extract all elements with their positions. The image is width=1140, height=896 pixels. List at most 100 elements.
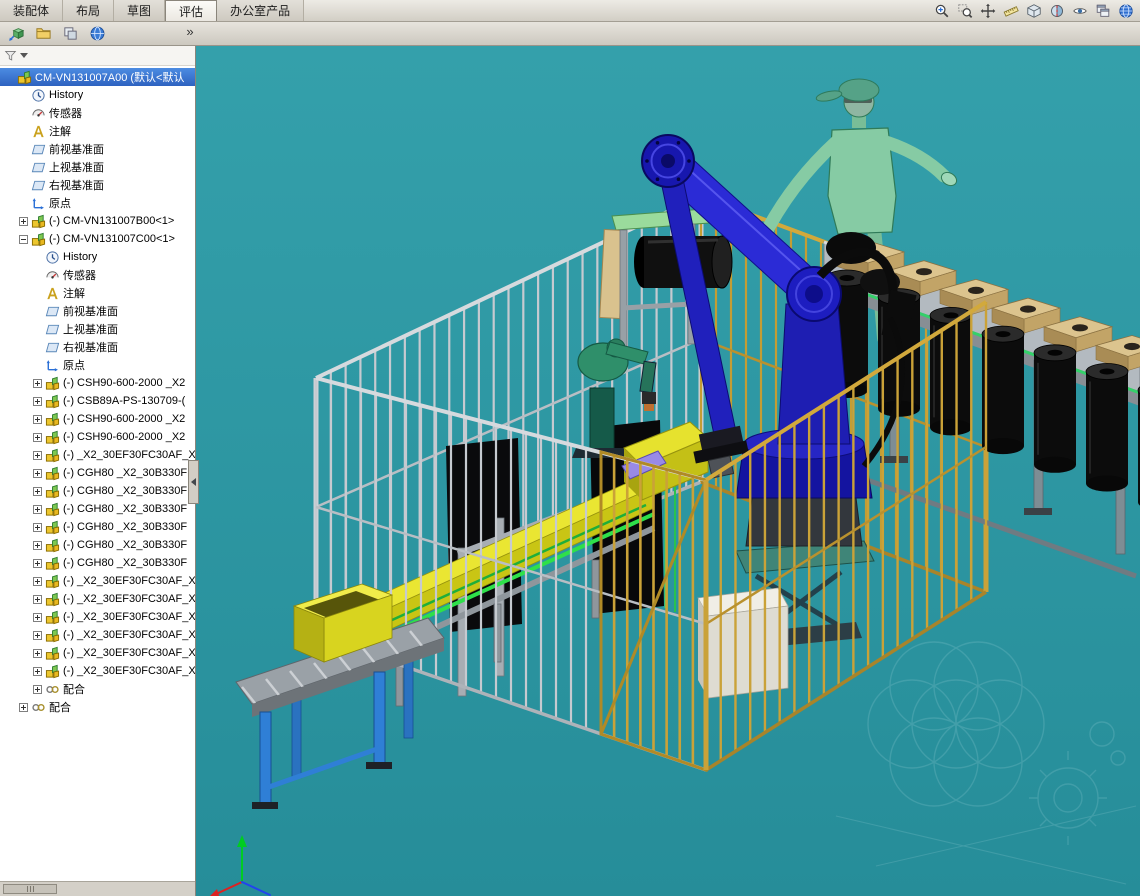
solidworks-window: { "ribbon": { "tabs": [ { "label": "装配体"… bbox=[0, 0, 1140, 896]
tree-item[interactable]: (-) CGH80 _X2_30B330F bbox=[0, 464, 195, 482]
assembly-icon bbox=[45, 376, 60, 391]
tree-item[interactable]: (-) CSB89A-PS-130709-( bbox=[0, 392, 195, 410]
display-style-icon[interactable] bbox=[1023, 1, 1044, 20]
tree-item[interactable]: (-) _X2_30EF30FC30AF_X bbox=[0, 446, 195, 464]
panel-collapse-handle[interactable] bbox=[188, 460, 199, 504]
tree-item[interactable]: (-) CGH80 _X2_30B330F bbox=[0, 500, 195, 518]
pan-icon[interactable] bbox=[977, 1, 998, 20]
expand-toggle[interactable] bbox=[33, 487, 42, 496]
tree-item[interactable]: (-) CGH80 _X2_30B330F bbox=[0, 482, 195, 500]
expand-toggle[interactable] bbox=[33, 685, 42, 694]
view-settings-icon[interactable] bbox=[1069, 1, 1090, 20]
filter-dropdown-caret[interactable] bbox=[20, 53, 28, 58]
arrange-windows-icon[interactable] bbox=[1092, 1, 1113, 20]
tree-item[interactable]: History bbox=[0, 86, 195, 104]
tree-item[interactable]: (-) _X2_30EF30FC30AF_X bbox=[0, 590, 195, 608]
tree-item[interactable]: 配合 bbox=[0, 698, 195, 716]
collapse-toggle[interactable] bbox=[19, 235, 28, 244]
expand-toggle[interactable] bbox=[33, 595, 42, 604]
tree-item[interactable]: 传感器 bbox=[0, 266, 195, 284]
tree-item[interactable]: (-) CGH80 _X2_30B330F bbox=[0, 554, 195, 572]
section-view-icon[interactable] bbox=[1046, 1, 1067, 20]
ribbon-tab[interactable]: 装配体 bbox=[0, 0, 63, 21]
assembly-icon bbox=[45, 448, 60, 463]
tree-horizontal-scrollbar[interactable] bbox=[0, 881, 195, 896]
tree-item[interactable]: 原点 bbox=[0, 194, 195, 212]
expand-toggle[interactable] bbox=[33, 631, 42, 640]
expand-toggle[interactable] bbox=[33, 667, 42, 676]
tree-item[interactable]: 传感器 bbox=[0, 104, 195, 122]
help-globe-icon[interactable] bbox=[1115, 1, 1136, 20]
tree-item[interactable]: (-) _X2_30EF30FC30AF_X bbox=[0, 644, 195, 662]
zoom-window-icon[interactable] bbox=[954, 1, 975, 20]
tree-item-label: History bbox=[63, 251, 97, 263]
assembly-icon bbox=[45, 556, 60, 571]
tree-item[interactable]: (-) _X2_30EF30FC30AF_X bbox=[0, 626, 195, 644]
assembly-icon bbox=[45, 628, 60, 643]
scene-canvas[interactable] bbox=[196, 46, 1140, 896]
tree-item[interactable]: 右视基准面 bbox=[0, 338, 195, 356]
tree-item[interactable]: (-) CM-VN131007B00<1> bbox=[0, 212, 195, 230]
tree-item[interactable]: (-) _X2_30EF30FC30AF_X bbox=[0, 608, 195, 626]
ribbon-tab[interactable]: 评估 bbox=[165, 0, 217, 21]
expand-toggle[interactable] bbox=[33, 379, 42, 388]
open-folder-icon[interactable] bbox=[32, 24, 54, 44]
expand-toggle[interactable] bbox=[33, 397, 42, 406]
tree-item[interactable]: (-) CSH90-600-2000 _X2 bbox=[0, 374, 195, 392]
tree-item-label: (-) CM-VN131007C00<1> bbox=[49, 233, 175, 245]
plane-icon bbox=[31, 142, 46, 157]
expand-toggle[interactable] bbox=[33, 451, 42, 460]
tree-item[interactable]: 右视基准面 bbox=[0, 176, 195, 194]
tree-item[interactable]: (-) CSH90-600-2000 _X2 bbox=[0, 428, 195, 446]
expand-toggle[interactable] bbox=[33, 541, 42, 550]
expand-toggle[interactable] bbox=[19, 703, 28, 712]
tree-item[interactable]: 上视基准面 bbox=[0, 320, 195, 338]
scrollbar-thumb[interactable] bbox=[3, 884, 57, 894]
expand-toggle[interactable] bbox=[33, 469, 42, 478]
tree-item-label: 前视基准面 bbox=[63, 303, 118, 319]
expand-toggle[interactable] bbox=[33, 523, 42, 532]
tree-item[interactable]: History bbox=[0, 248, 195, 266]
tree-filter-row[interactable] bbox=[0, 46, 195, 66]
feature-tree: CM-VN131007A00 (默认<默认History传感器注解前视基准面上视… bbox=[0, 66, 195, 881]
tree-item[interactable]: (-) CGH80 _X2_30B330F bbox=[0, 518, 195, 536]
tree-item[interactable]: (-) CSH90-600-2000 _X2 bbox=[0, 410, 195, 428]
assembly-icon bbox=[45, 394, 60, 409]
expand-toggle[interactable] bbox=[33, 649, 42, 658]
assembly-icon bbox=[45, 574, 60, 589]
expand-toggle[interactable] bbox=[33, 433, 42, 442]
tree-item[interactable]: 前视基准面 bbox=[0, 302, 195, 320]
expand-toggle[interactable] bbox=[33, 559, 42, 568]
ribbon-tab[interactable]: 草图 bbox=[114, 0, 165, 21]
web-globe-icon[interactable] bbox=[86, 24, 108, 44]
tree-item[interactable]: 前视基准面 bbox=[0, 140, 195, 158]
zoom-in-icon[interactable] bbox=[931, 1, 952, 20]
expand-toggle[interactable] bbox=[33, 415, 42, 424]
filter-funnel-icon bbox=[4, 49, 17, 62]
tree-item-label: (-) _X2_30EF30FC30AF_X bbox=[63, 449, 195, 461]
insert-component-icon[interactable] bbox=[5, 24, 27, 44]
control-cabinet[interactable] bbox=[698, 588, 788, 698]
tree-item[interactable]: (-) _X2_30EF30FC30AF_X bbox=[0, 662, 195, 680]
tree-item[interactable]: 注解 bbox=[0, 284, 195, 302]
tree-item[interactable]: (-) CGH80 _X2_30B330F bbox=[0, 536, 195, 554]
expand-toggle[interactable] bbox=[33, 577, 42, 586]
annotations-icon bbox=[31, 124, 46, 139]
tree-item-label: 配合 bbox=[49, 699, 71, 715]
measure-icon[interactable] bbox=[1000, 1, 1021, 20]
tree-item[interactable]: (-) _X2_30EF30FC30AF_X bbox=[0, 572, 195, 590]
tree-item[interactable]: 上视基准面 bbox=[0, 158, 195, 176]
ribbon-tab[interactable]: 办公室产品 bbox=[217, 0, 304, 21]
tree-item[interactable]: 注解 bbox=[0, 122, 195, 140]
ribbon-tab[interactable]: 布局 bbox=[63, 0, 114, 21]
viewport[interactable] bbox=[196, 46, 1140, 896]
duplicate-icon[interactable] bbox=[59, 24, 81, 44]
tree-item[interactable]: CM-VN131007A00 (默认<默认 bbox=[0, 68, 195, 86]
tree-item[interactable]: 配合 bbox=[0, 680, 195, 698]
tree-item[interactable]: 原点 bbox=[0, 356, 195, 374]
toolbar-overflow-chevron[interactable]: » bbox=[183, 24, 197, 39]
expand-toggle[interactable] bbox=[33, 505, 42, 514]
tree-item[interactable]: (-) CM-VN131007C00<1> bbox=[0, 230, 195, 248]
expand-toggle[interactable] bbox=[33, 613, 42, 622]
expand-toggle[interactable] bbox=[19, 217, 28, 226]
